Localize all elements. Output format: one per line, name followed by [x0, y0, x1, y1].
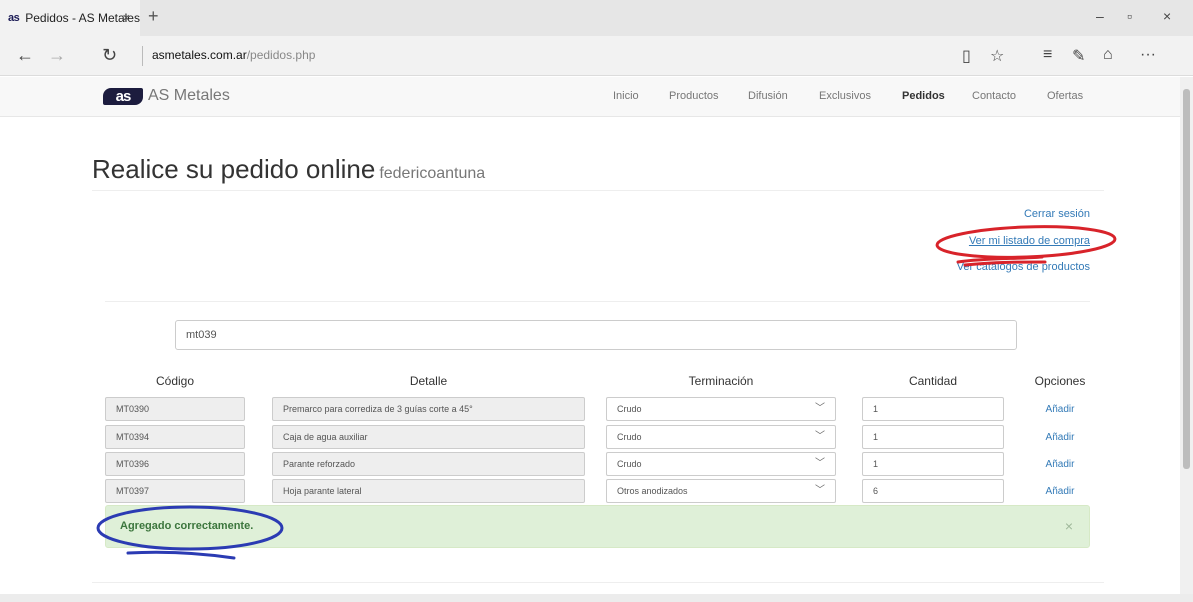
username: federicoantuna — [379, 165, 486, 182]
horizontal-scrollbar[interactable] — [0, 594, 1193, 602]
nav-ofertas[interactable]: Ofertas — [1047, 90, 1083, 102]
browser-tab-bar: as Pedidos - AS Metales × + – ▫ × — [0, 0, 1193, 36]
chevron-down-icon: ﹀ — [815, 431, 825, 442]
row-1-finish-value: Crudo — [617, 404, 642, 414]
row-4-add-link[interactable]: Añadir — [1040, 486, 1080, 497]
header-detalle: Detalle — [409, 374, 448, 388]
web-notes-icon[interactable]: ✎ — [1072, 46, 1085, 66]
row-2-finish-select[interactable]: Crudo ﹀ — [606, 425, 836, 449]
header-cantidad: Cantidad — [908, 374, 958, 388]
row-3-quantity-input[interactable]: 1 — [862, 452, 1004, 476]
row-4-quantity-input[interactable]: 6 — [862, 479, 1004, 503]
alert-message: Agregado correctamente. — [120, 520, 254, 532]
row-3-code: MT0396 — [105, 452, 245, 476]
chevron-down-icon: ﹀ — [815, 403, 825, 414]
row-1-add-link[interactable]: Añadir — [1040, 404, 1080, 415]
row-2-quantity-input[interactable]: 1 — [862, 425, 1004, 449]
new-tab-icon[interactable]: + — [148, 6, 159, 27]
row-2-add-link[interactable]: Añadir — [1040, 432, 1080, 443]
nav-pedidos[interactable]: Pedidos — [902, 90, 945, 102]
row-3-finish-select[interactable]: Crudo ﹀ — [606, 452, 836, 476]
row-1-code: MT0390 — [105, 397, 245, 421]
reading-view-icon[interactable]: ▯ — [962, 46, 971, 66]
page-viewport: as AS Metales Inicio Productos Difusión … — [0, 77, 1180, 597]
url-path: /pedidos.php — [246, 48, 316, 62]
header-codigo: Código — [155, 374, 195, 388]
nav-inicio[interactable]: Inicio — [613, 90, 639, 102]
row-2-finish-value: Crudo — [617, 432, 642, 442]
header-opciones: Opciones — [1034, 374, 1086, 388]
minimize-icon[interactable]: – — [1096, 8, 1104, 24]
row-4-finish-value: Otros anodizados — [617, 486, 688, 496]
nav-productos[interactable]: Productos — [669, 90, 719, 102]
restore-icon[interactable]: ▫ — [1127, 8, 1132, 24]
more-icon[interactable]: ··· — [1140, 46, 1156, 64]
nav-exclusivos[interactable]: Exclusivos — [819, 90, 871, 102]
share-icon[interactable]: ⌂ — [1103, 46, 1113, 64]
row-4-finish-select[interactable]: Otros anodizados ﹀ — [606, 479, 836, 503]
chevron-down-icon: ﹀ — [815, 458, 825, 469]
view-purchase-list-link[interactable]: Ver mi listado de compra — [969, 235, 1090, 247]
row-3-add-link[interactable]: Añadir — [1040, 459, 1080, 470]
scrollbar-thumb[interactable] — [1183, 89, 1190, 469]
row-1-finish-select[interactable]: Crudo ﹀ — [606, 397, 836, 421]
address-bar: ← → ↻ asmetales.com.ar/pedidos.php ▯ ☆ ≡… — [0, 36, 1193, 76]
url-host: asmetales.com.ar — [152, 48, 247, 62]
refresh-icon[interactable]: ↻ — [102, 45, 117, 66]
product-search-input[interactable] — [175, 320, 1017, 350]
row-1-detail: Premarco para corrediza de 3 guías corte… — [272, 397, 585, 421]
page-title: Realice su pedido online federicoantuna — [92, 154, 485, 185]
row-1-quantity-input[interactable]: 1 — [862, 397, 1004, 421]
tab-close-icon[interactable]: × — [122, 10, 130, 25]
nav-difusion[interactable]: Difusión — [748, 90, 788, 102]
page-title-text: Realice su pedido online — [92, 154, 376, 184]
nav-contacto[interactable]: Contacto — [972, 90, 1016, 102]
browser-tab[interactable]: as Pedidos - AS Metales × — [0, 0, 140, 36]
product-catalogs-link[interactable]: Ver catálogos de productos — [957, 261, 1090, 273]
forward-icon[interactable]: → — [48, 45, 66, 66]
logout-link[interactable]: Cerrar sesión — [1024, 208, 1090, 220]
url-field[interactable]: asmetales.com.ar/pedidos.php — [152, 48, 315, 62]
header-terminacion: Terminación — [688, 374, 754, 388]
brand-logo-icon: as — [103, 87, 143, 105]
row-2-detail: Caja de agua auxiliar — [272, 425, 585, 449]
alert-close-icon[interactable]: × — [1065, 518, 1073, 534]
address-separator — [142, 46, 143, 66]
site-favicon-icon: as — [8, 12, 20, 24]
row-3-finish-value: Crudo — [617, 459, 642, 469]
vertical-scrollbar[interactable] — [1180, 77, 1193, 597]
success-alert: Agregado correctamente. × — [105, 505, 1090, 548]
title-divider — [92, 190, 1104, 191]
chevron-down-icon: ﹀ — [815, 485, 825, 496]
window-close-icon[interactable]: × — [1163, 8, 1171, 24]
favorite-star-icon[interactable]: ☆ — [990, 46, 1004, 66]
hub-icon[interactable]: ≡ — [1043, 46, 1052, 64]
footer-divider — [92, 582, 1104, 583]
row-3-detail: Parante reforzado — [272, 452, 585, 476]
back-icon[interactable]: ← — [16, 45, 34, 66]
site-navbar: as AS Metales Inicio Productos Difusión … — [0, 77, 1180, 117]
brand-name: AS Metales — [148, 87, 230, 104]
row-4-detail: Hoja parante lateral — [272, 479, 585, 503]
links-divider — [105, 301, 1090, 302]
brand[interactable]: as AS Metales — [103, 87, 230, 105]
row-2-code: MT0394 — [105, 425, 245, 449]
row-4-code: MT0397 — [105, 479, 245, 503]
